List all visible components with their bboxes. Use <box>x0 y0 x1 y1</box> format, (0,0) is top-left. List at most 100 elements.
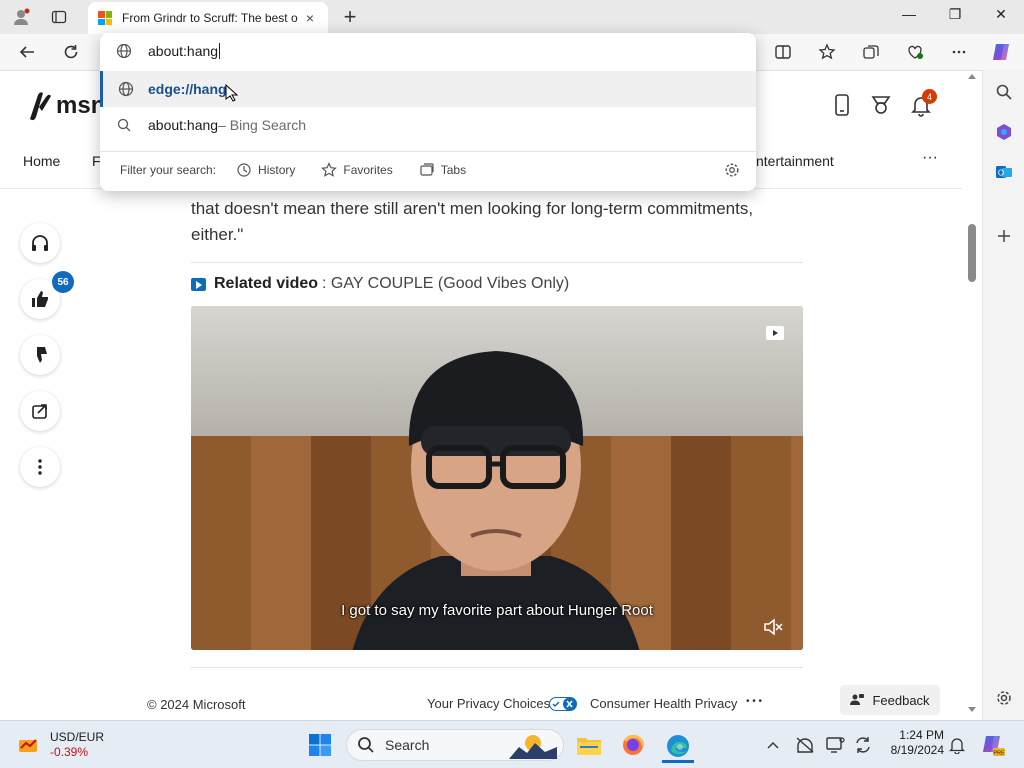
headphones-icon <box>32 235 48 251</box>
page-footer: © 2024 Microsoft Your Privacy Choices Co… <box>0 690 982 718</box>
settings-more-icon[interactable] <box>946 40 972 64</box>
address-input[interactable]: about:hang <box>148 43 218 59</box>
maximize-button[interactable]: ❐ <box>932 6 978 23</box>
sidebar-copilot-icon[interactable] <box>992 120 1016 144</box>
display-icon[interactable] <box>824 731 846 759</box>
minimize-button[interactable]: — <box>886 6 932 22</box>
edge-sidebar: O <box>982 70 1024 720</box>
filter-tabs[interactable]: Tabs <box>419 162 466 178</box>
stock-widget[interactable]: USD/EUR -0.39% <box>16 730 106 759</box>
footer-more-icon[interactable]: • • • <box>746 696 762 707</box>
sidebar-outlook-icon[interactable]: O <box>992 160 1016 184</box>
divider <box>191 262 803 263</box>
nav-entertainment[interactable]: ntertainment <box>756 153 834 169</box>
split-screen-icon[interactable] <box>770 40 796 64</box>
suggestion-bing-search[interactable]: about:hang – Bing Search <box>100 107 756 143</box>
dislike-button[interactable] <box>20 335 60 375</box>
thumbs-up-icon <box>32 291 48 307</box>
article-paragraph: that doesn't mean there still aren't men… <box>191 199 754 244</box>
filter-history[interactable]: History <box>236 162 295 178</box>
tab-close-icon[interactable]: × <box>302 10 318 26</box>
back-icon[interactable] <box>14 40 40 64</box>
tab-title: From Grindr to Scruff: The best o <box>122 11 298 25</box>
privacy-choices-link[interactable]: Your Privacy Choices <box>427 696 550 711</box>
share-button[interactable] <box>20 391 60 431</box>
copilot-icon[interactable] <box>988 40 1014 64</box>
svg-text:PRE: PRE <box>993 751 1005 757</box>
ticker-name: USD/EUR <box>50 730 105 744</box>
new-tab-button[interactable]: + <box>338 4 362 30</box>
search-icon <box>100 118 148 132</box>
search-highlight-icon <box>509 735 557 759</box>
mouse-pointer-icon <box>225 84 238 102</box>
like-count-badge: 56 <box>52 271 74 293</box>
feedback-button[interactable]: Feedback <box>840 685 940 715</box>
consumer-health-privacy-link[interactable]: Consumer Health Privacy <box>590 696 737 711</box>
nav-home[interactable]: Home <box>23 153 60 169</box>
close-window-button[interactable]: ✕ <box>978 6 1024 23</box>
listen-button[interactable] <box>20 223 60 263</box>
sidebar-settings-icon[interactable] <box>992 686 1016 710</box>
suggestion-text: edge://hang <box>148 81 227 97</box>
clock-time: 1:24 PM <box>899 728 944 742</box>
firefox-icon[interactable] <box>618 731 648 759</box>
address-bar[interactable]: about:hang <box>100 33 756 69</box>
more-vertical-icon <box>38 459 42 475</box>
page-scrollbar[interactable] <box>964 72 980 718</box>
profile-icon[interactable] <box>10 6 32 28</box>
video-caption: I got to say my favorite part about Hung… <box>341 602 653 619</box>
filter-label: Filter your search: <box>120 162 217 177</box>
msn-logo-text: msn <box>56 92 106 119</box>
svg-text:O: O <box>998 169 1004 178</box>
text-cursor <box>219 43 221 59</box>
edge-taskbar-icon[interactable] <box>662 731 694 763</box>
windows-start-icon[interactable] <box>306 731 334 759</box>
favorites-star-icon[interactable] <box>814 40 840 64</box>
nav-more-icon[interactable]: ··· <box>922 149 938 167</box>
taskbar-search[interactable]: Search <box>346 729 564 761</box>
more-options-button[interactable] <box>20 447 60 487</box>
divider <box>191 667 803 668</box>
browser-essentials-icon[interactable] <box>902 40 928 64</box>
filter-favorites[interactable]: Favorites <box>321 161 393 178</box>
mobile-app-icon[interactable] <box>830 93 854 117</box>
sidebar-search-icon[interactable] <box>992 80 1016 104</box>
globe-icon <box>103 81 148 97</box>
tab-actions-icon[interactable] <box>48 6 70 28</box>
ticker-change: -0.39% <box>50 745 89 759</box>
stock-chart-icon <box>19 739 37 752</box>
suggestion-edge-hang[interactable]: edge://hang <box>100 71 756 107</box>
notification-bell-icon[interactable] <box>948 731 966 759</box>
gear-icon[interactable] <box>724 162 740 181</box>
network-offline-icon[interactable] <box>794 731 816 759</box>
sidebar-add-icon[interactable] <box>992 224 1016 248</box>
scroll-up-icon[interactable] <box>964 72 980 82</box>
mute-icon[interactable] <box>763 618 783 636</box>
related-video-label: Related video <box>214 275 319 292</box>
refresh-icon[interactable] <box>58 40 84 64</box>
msn-logo[interactable]: msn <box>26 89 105 123</box>
history-icon <box>237 162 251 177</box>
suggestion-text: about:hang <box>148 117 219 133</box>
rewards-trophy-icon[interactable] <box>869 93 893 117</box>
sync-icon[interactable] <box>852 731 874 759</box>
scroll-down-icon[interactable] <box>964 704 980 714</box>
active-tab[interactable]: From Grindr to Scruff: The best o × <box>88 2 328 34</box>
suggestion-suffix: – Bing Search <box>218 117 307 133</box>
collections-icon[interactable] <box>858 40 884 64</box>
video-popout-icon[interactable] <box>765 324 785 342</box>
clock[interactable]: 1:24 PM 8/19/2024 <box>884 728 944 757</box>
file-explorer-icon[interactable] <box>574 731 604 759</box>
scrollbar-thumb[interactable] <box>968 224 976 282</box>
search-icon <box>358 737 374 753</box>
privacy-toggle-icon <box>549 697 577 714</box>
related-video-heading[interactable]: Related video : GAY COUPLE (Good Vibes O… <box>191 275 569 293</box>
globe-icon <box>100 43 148 59</box>
share-icon <box>32 404 47 419</box>
copilot-pre-icon[interactable]: PRE <box>980 731 1006 759</box>
video-play-icon <box>191 277 206 291</box>
video-player[interactable]: I got to say my favorite part about Hung… <box>191 306 803 650</box>
feedback-label: Feedback <box>872 692 930 708</box>
search-placeholder: Search <box>385 737 430 753</box>
show-hidden-icons-icon[interactable] <box>764 731 782 759</box>
